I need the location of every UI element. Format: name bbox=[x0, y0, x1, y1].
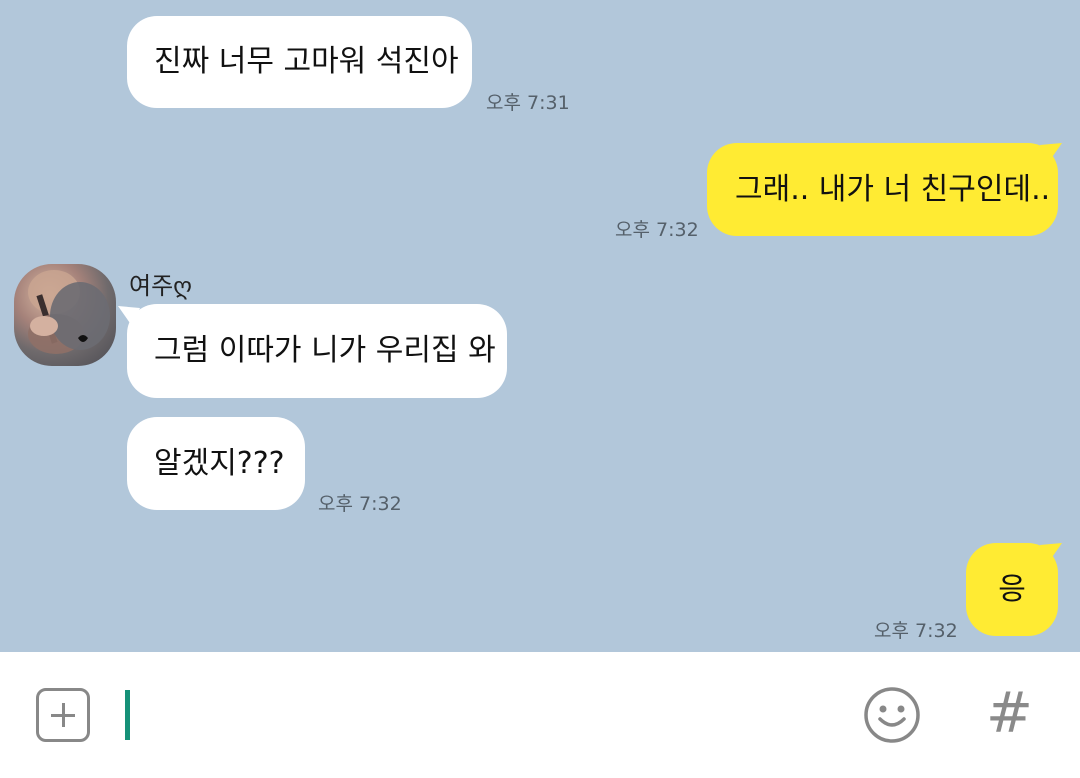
avatar-photo bbox=[28, 270, 110, 354]
message-time: 오후 7:32 bbox=[318, 493, 402, 515]
message-bubble-incoming[interactable]: 그럼 이따가 니가 우리집 와 bbox=[127, 304, 507, 398]
message-text: 알겠지??? bbox=[154, 445, 285, 481]
message-input[interactable] bbox=[120, 676, 840, 754]
message-time: 오후 7:32 bbox=[874, 620, 958, 642]
hashtag-icon[interactable]: # bbox=[986, 682, 1033, 746]
bubble-tail bbox=[1040, 143, 1062, 163]
message-text: 진짜 너무 고마워 석진아 bbox=[154, 44, 459, 79]
text-cursor bbox=[125, 690, 130, 740]
avatar[interactable] bbox=[14, 264, 116, 366]
bubble-tail bbox=[1040, 543, 1062, 563]
chat-area[interactable]: 진짜 너무 고마워 석진아 오후 7:31 그래.. 내가 너 친구인데.. 오… bbox=[0, 0, 1080, 652]
message-bubble-incoming[interactable]: 진짜 너무 고마워 석진아 bbox=[127, 16, 472, 108]
message-text: 그럼 이따가 니가 우리집 와 bbox=[154, 333, 496, 368]
message-bubble-incoming[interactable]: 알겠지??? bbox=[127, 417, 305, 510]
message-text: 응 bbox=[998, 571, 1026, 607]
message-time: 오후 7:31 bbox=[486, 92, 570, 114]
sender-name: 여주ღ bbox=[129, 272, 193, 300]
smiley-icon[interactable] bbox=[862, 685, 922, 745]
message-time: 오후 7:32 bbox=[615, 219, 699, 241]
message-bubble-outgoing[interactable]: 그래.. 내가 너 친구인데.. bbox=[707, 143, 1058, 236]
plus-square-icon[interactable] bbox=[36, 688, 90, 742]
message-text: 그래.. 내가 너 친구인데.. bbox=[735, 171, 1051, 207]
